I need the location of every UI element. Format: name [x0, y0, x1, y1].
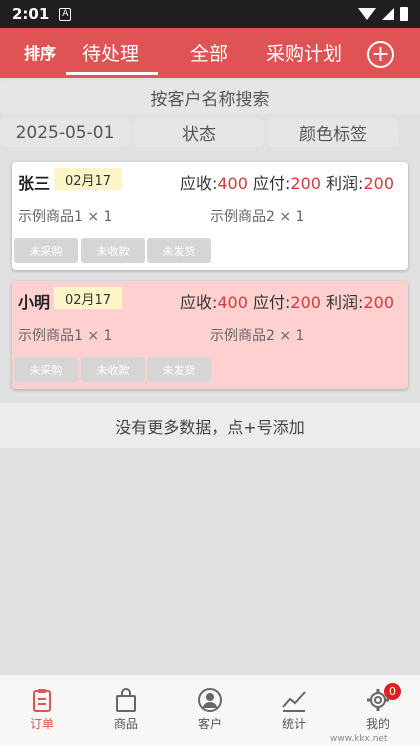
order-amounts: 应收:400 应付:200 利润:200	[180, 170, 394, 194]
add-order-button[interactable]: +	[367, 41, 394, 68]
status-bar: 2:01 A	[0, 0, 420, 28]
nav-label: 订单	[29, 717, 54, 731]
order-card[interactable]: 张三 02月17 应收:400 应付:200 利润:200 示例商品1 × 1 …	[12, 162, 408, 270]
nav-statistics[interactable]: 统计	[252, 675, 336, 746]
person-icon	[198, 688, 222, 712]
top-bar: 排序 待处理 全部 采购计划 +	[0, 28, 420, 78]
notification-badge: 0	[384, 683, 401, 700]
clipboard-icon	[33, 689, 51, 712]
signal-icon	[382, 8, 394, 20]
sort-button[interactable]: 排序	[24, 40, 56, 64]
not-collected-chip[interactable]: 未收款	[81, 238, 145, 263]
watermark: www.kkx.net	[330, 734, 388, 744]
order-card[interactable]: 小明 02月17 应收:400 应付:200 利润:200 示例商品1 × 1 …	[12, 281, 408, 389]
receivable-value: 400	[217, 293, 248, 312]
notification-icon: A	[59, 7, 72, 21]
wifi-icon	[358, 8, 376, 20]
order-date: 02月17	[54, 287, 122, 309]
profit-label: 利润:	[326, 174, 364, 193]
receivable-label: 应收:	[179, 293, 218, 312]
nav-products[interactable]: 商品	[84, 675, 168, 746]
payable-label: 应付:	[253, 174, 291, 193]
nav-label: 统计	[281, 717, 306, 731]
no-more-data-hint: 没有更多数据，点+号添加	[0, 403, 420, 448]
payable-value: 200	[290, 293, 321, 312]
nav-label: 商品	[113, 717, 138, 731]
nav-orders[interactable]: 订单	[0, 675, 84, 746]
profit-value: 200	[363, 293, 394, 312]
profit-value: 200	[363, 174, 394, 193]
status-icons	[358, 7, 408, 21]
receivable-label: 应收:	[179, 174, 218, 193]
nav-customers[interactable]: 客户	[168, 675, 252, 746]
chart-icon	[282, 691, 306, 712]
not-purchased-chip[interactable]: 未采购	[14, 357, 78, 382]
order-item: 示例商品2 × 1	[210, 328, 305, 344]
order-date: 02月17	[54, 168, 122, 190]
color-tag-filter[interactable]: 颜色标签	[268, 118, 398, 147]
battery-icon	[400, 7, 408, 21]
bag-icon	[116, 688, 136, 712]
active-tab-indicator	[66, 72, 158, 75]
tab-purchase-plan[interactable]: 采购计划	[266, 39, 342, 66]
order-item: 示例商品1 × 1	[18, 328, 113, 344]
nav-label: 客户	[197, 717, 222, 731]
date-filter[interactable]: 2025-05-01	[0, 118, 130, 147]
payable-value: 200	[290, 174, 321, 193]
plus-icon: +	[371, 41, 390, 67]
not-collected-chip[interactable]: 未收款	[81, 357, 145, 382]
order-amounts: 应收:400 应付:200 利润:200	[180, 289, 394, 313]
not-shipped-chip[interactable]: 未发货	[147, 357, 211, 382]
profit-label: 利润:	[326, 293, 364, 312]
order-item: 示例商品1 × 1	[18, 209, 113, 225]
customer-name: 小明	[18, 293, 51, 312]
status-filter[interactable]: 状态	[134, 118, 264, 147]
customer-search-input[interactable]: 按客户名称搜索	[0, 80, 420, 114]
customer-name: 张三	[18, 174, 51, 193]
order-item: 示例商品2 × 1	[210, 209, 305, 225]
receivable-value: 400	[217, 174, 248, 193]
not-purchased-chip[interactable]: 未采购	[14, 238, 78, 263]
status-time: 2:01	[12, 5, 50, 23]
nav-label: 我的	[365, 717, 390, 731]
tab-pending[interactable]: 待处理	[82, 39, 139, 66]
tab-all[interactable]: 全部	[190, 39, 228, 66]
not-shipped-chip[interactable]: 未发货	[147, 238, 211, 263]
payable-label: 应付:	[253, 293, 291, 312]
